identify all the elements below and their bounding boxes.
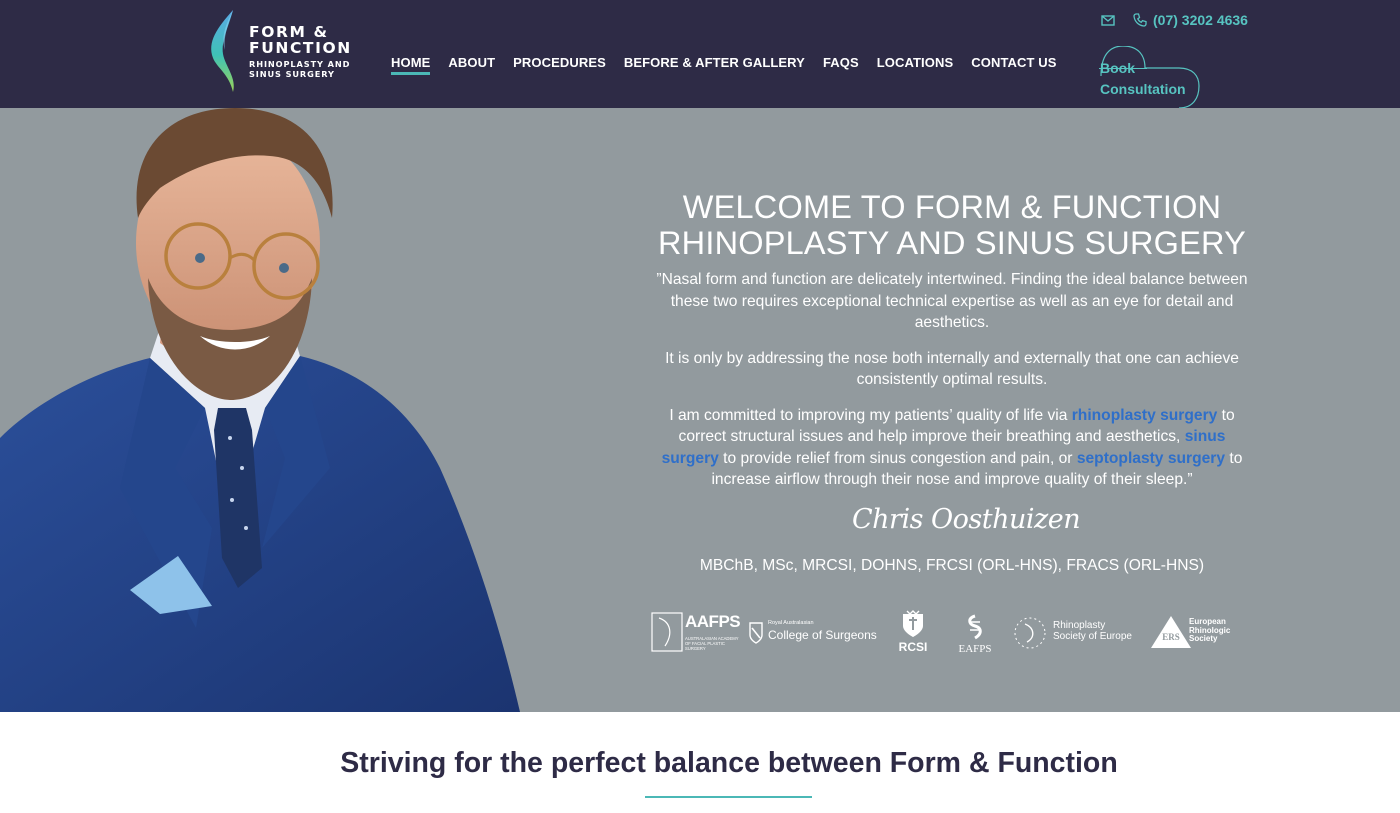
nav-contact-us[interactable]: CONTACT US [971,56,1056,76]
envelope-icon[interactable] [1100,12,1116,28]
racs-logo: Royal Australasian College of Surgeons [749,620,879,650]
hero-text-block: WELCOME TO FORM & FUNCTION RHINOPLASTY A… [651,189,1253,491]
surgeon-credentials: MBChB, MSc, MRCSI, DOHNS, FRCSI (ORL-HNS… [699,557,1205,574]
eafps-emblem-icon [968,614,982,640]
rcsi-name: RCSI [898,640,928,654]
european-rhinologic-society-logo: ERS European Rhinologic Society [1149,614,1249,654]
book-consultation-button[interactable]: Book Consultation [1099,46,1203,108]
nav-about[interactable]: ABOUT [448,56,495,76]
aafps-subtitle: AUSTRALASIAN ACADEMY OF FACIAL PLASTIC S… [685,636,739,651]
septoplasty-surgery-link[interactable]: septoplasty surgery [1077,450,1225,467]
rcsi-crest-icon [903,610,923,637]
main-nav: HOME ABOUT PROCEDURES BEFORE & AFTER GAL… [391,56,1075,76]
logo-swoosh-icon [211,10,234,92]
aafps-name: AAFPS [685,612,741,631]
hero-quote-paragraph-1: ”Nasal form and function are delicately … [656,271,1248,331]
racs-shield-icon [749,622,763,644]
eafps-logo: EAFPS [953,614,997,658]
nav-faqs[interactable]: FAQS [823,56,859,76]
hero-section: WELCOME TO FORM & FUNCTION RHINOPLASTY A… [0,108,1400,712]
phone-link[interactable]: (07) 3202 4636 [1153,12,1248,28]
eafps-name: EAFPS [958,643,992,655]
intro-section: Striving for the perfect balance between… [0,712,1400,813]
phone-icon [1133,13,1147,27]
ers-name: European Rhinologic Society [1189,617,1231,643]
nav-procedures[interactable]: PROCEDURES [513,56,606,76]
section-heading: Striving for the perfect balance between… [340,747,1118,779]
rhinoplasty-surgery-link[interactable]: rhinoplasty surgery [1072,407,1218,424]
rcsi-logo: RCSI [895,610,931,656]
logo-tagline: RHINOPLASTY AND SINUS SURGERY [249,59,351,79]
nav-home[interactable]: HOME [391,56,431,76]
site-logo[interactable]: FORM & FUNCTION RHINOPLASTY AND SINUS SU… [203,8,373,96]
hero-title-line-1: WELCOME TO FORM & FUNCTION [682,189,1222,225]
hero-quote-paragraph-3: I am committed to improving my patients’… [651,405,1253,491]
hero-title-line-2: RHINOPLASTY AND SINUS SURGERY [658,225,1246,261]
nav-before-after-gallery[interactable]: BEFORE & AFTER GALLERY [624,56,805,76]
rse-name: Rhinoplasty Society of Europe [1053,620,1132,642]
logo-wordmark: FORM & FUNCTION [249,23,352,57]
racs-name: College of Surgeons [768,628,877,642]
stars-circle-icon [1014,617,1046,649]
aafps-face-icon [651,612,683,652]
paragraph-text: I am committed to improving my patients’… [669,406,1072,424]
book-consultation-label: Book Consultation [1100,60,1186,97]
hero-quote-paragraph-2: It is only by addressing the nose both i… [665,349,1239,389]
heading-underline [645,796,812,798]
site-header: FORM & FUNCTION RHINOPLASTY AND SINUS SU… [0,0,1400,108]
header-contact: (07) 3202 4636 [1100,10,1248,30]
surgeon-portrait [0,108,520,712]
racs-small-text: Royal Australasian [768,620,814,626]
nav-locations[interactable]: LOCATIONS [877,56,954,76]
paragraph-text: to provide relief from sinus congestion … [718,449,1077,467]
rhinoplasty-society-europe-logo: Rhinoplasty Society of Europe [1011,614,1141,654]
aafps-logo: AAFPS AUSTRALASIAN ACADEMY OF FACIAL PLA… [651,612,741,656]
surgeon-signature: Chris Oosthuizen [852,504,1081,535]
hero-title: WELCOME TO FORM & FUNCTION RHINOPLASTY A… [651,189,1253,261]
association-logos: AAFPS AUSTRALASIAN ACADEMY OF FACIAL PLA… [651,606,1251,658]
ers-mark: ERS [1162,632,1180,642]
